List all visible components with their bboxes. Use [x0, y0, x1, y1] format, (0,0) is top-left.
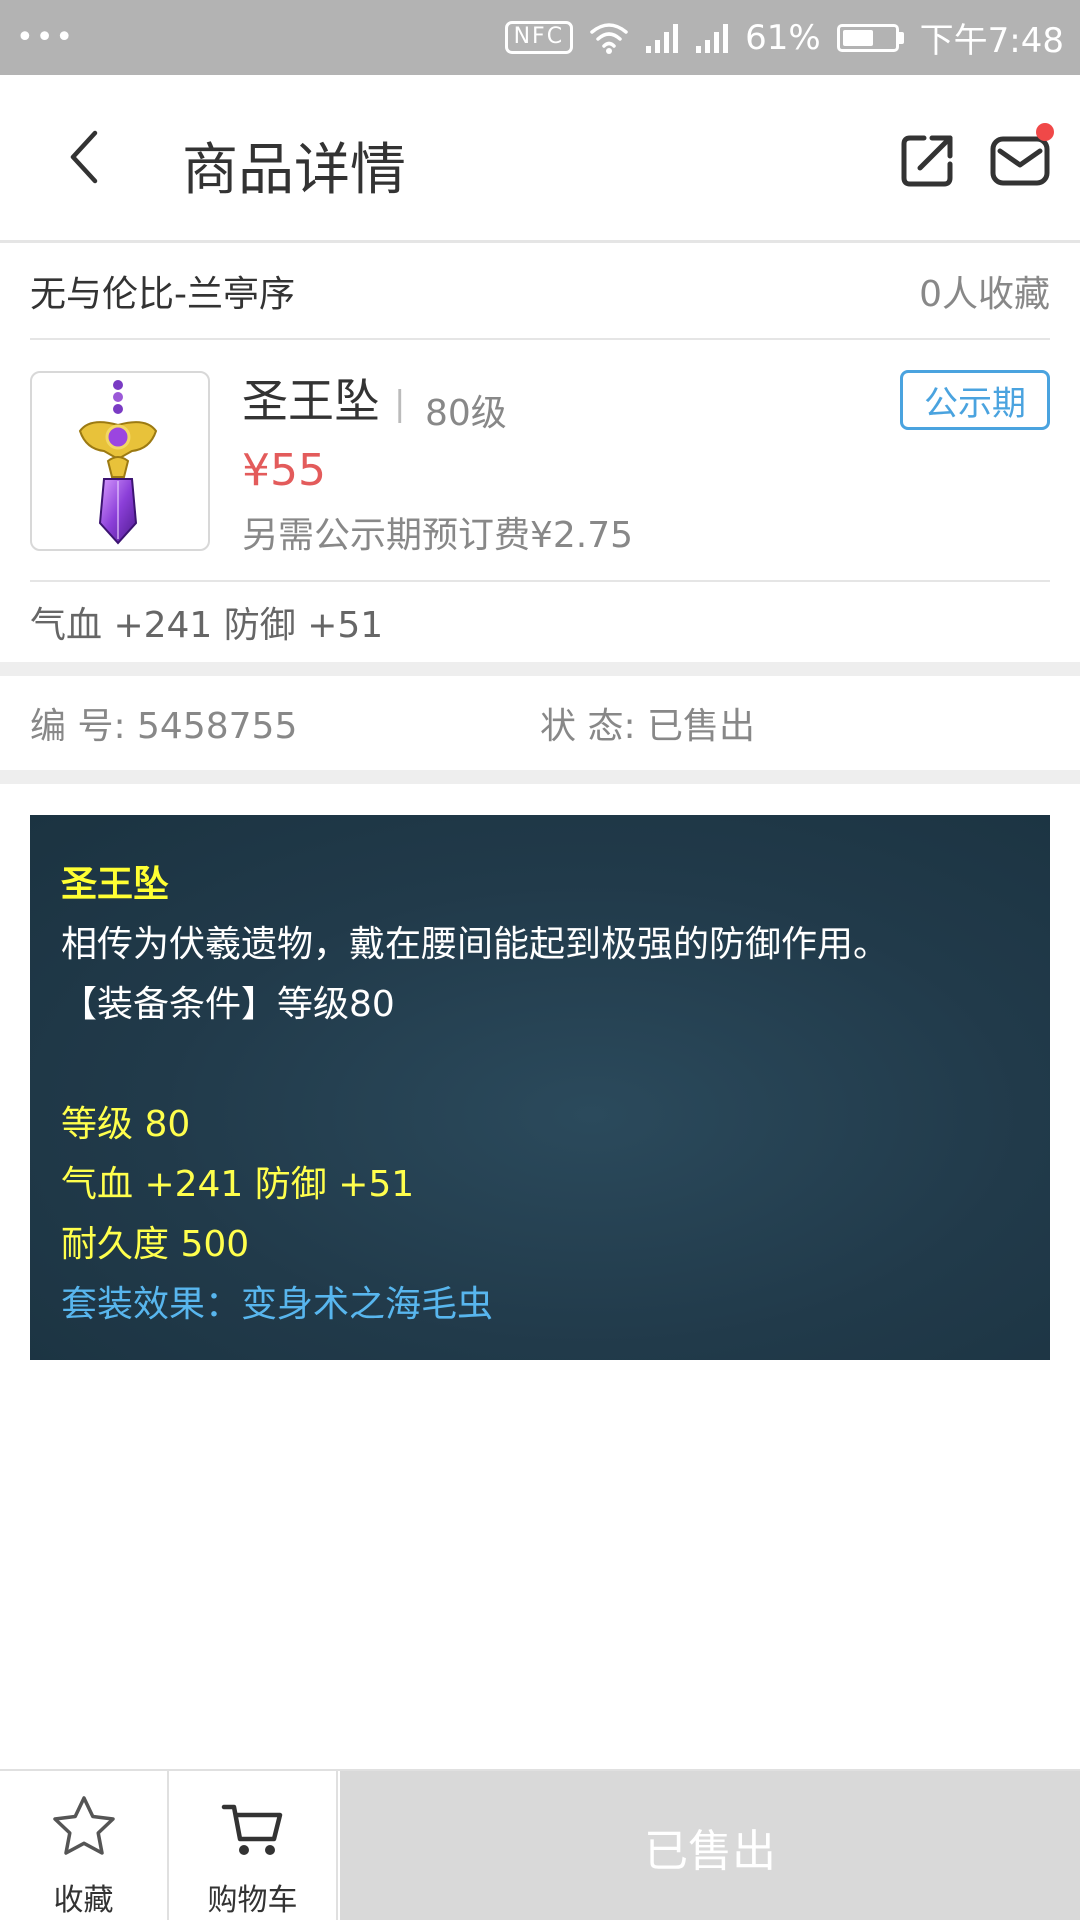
- page-title: 商品详情: [182, 138, 406, 203]
- sold-out-button[interactable]: 已售出: [340, 1771, 1080, 1920]
- battery-percent: 61%: [745, 17, 821, 58]
- cart-label: 购物车: [207, 1883, 298, 1918]
- share-icon: [901, 135, 953, 187]
- status-indicators: NFC 61% 下午7:48: [504, 13, 1064, 62]
- item-status: 状 态: 已售出: [540, 697, 1050, 749]
- name-level-separator: |: [394, 384, 406, 424]
- item-id-label: 编 号:: [30, 706, 126, 747]
- section-divider: [0, 662, 1080, 676]
- share-button[interactable]: [898, 130, 958, 190]
- detail-stats: 气血 +241 防御 +51: [61, 1164, 415, 1205]
- detail-durability: 耐久度 500: [61, 1224, 250, 1265]
- bottom-action-bar: 收藏 购物车 已售出: [0, 1769, 1080, 1920]
- app-header: 商品详情: [0, 75, 1080, 243]
- detail-requirement: 【装备条件】等级80: [61, 984, 395, 1025]
- detail-spacer: [61, 1035, 1050, 1095]
- favorite-button[interactable]: 收藏: [0, 1771, 169, 1920]
- favorite-count: 0人收藏: [919, 273, 1050, 315]
- seller-name[interactable]: 无与伦比-兰亭序: [30, 265, 295, 317]
- signal-icon-sim1: [646, 23, 679, 53]
- detail-description: 相传为伏羲遗物，戴在腰间能起到极强的防御作用。: [61, 924, 890, 965]
- back-icon: [70, 130, 98, 184]
- cart-button[interactable]: 购物车: [169, 1771, 338, 1920]
- publicity-badge: 公示期: [900, 370, 1050, 430]
- star-icon: [52, 1796, 115, 1855]
- reservation-fee: 另需公示期预订费¥2.75: [242, 515, 634, 556]
- section-divider: [0, 770, 1080, 784]
- back-button[interactable]: [55, 127, 115, 187]
- detail-level: 等级 80: [61, 1104, 191, 1145]
- pendant-image: [78, 380, 158, 545]
- clock: 下午7:48: [919, 21, 1064, 61]
- item-id: 编 号: 5458755: [30, 697, 540, 749]
- product-summary: 圣王坠 | 80级 ¥55 另需公示期预订费¥2.75 公示期: [30, 340, 1050, 582]
- status-bar: ••• NFC 61% 下午7:48: [0, 0, 1080, 75]
- product-level: 80级: [425, 393, 507, 434]
- messages-button[interactable]: [988, 123, 1054, 191]
- item-status-value: 已售出: [647, 706, 756, 747]
- favorite-label: 收藏: [53, 1883, 114, 1918]
- info-row: 编 号: 5458755 状 态: 已售出: [30, 676, 1050, 770]
- battery-icon: [836, 23, 904, 52]
- product-attributes: 气血 +241 防御 +51: [30, 605, 384, 646]
- nfc-icon: NFC: [504, 21, 574, 54]
- item-detail-panel: 圣王坠 相传为伏羲遗物，戴在腰间能起到极强的防御作用。 【装备条件】等级80 等…: [30, 815, 1050, 1360]
- seller-row: 无与伦比-兰亭序 0人收藏: [30, 243, 1050, 340]
- cart-icon: [221, 1804, 282, 1855]
- status-menu-dots: •••: [16, 19, 76, 55]
- item-status-label: 状 态:: [540, 706, 636, 747]
- product-thumbnail: [30, 371, 210, 551]
- product-price: ¥55: [242, 445, 326, 496]
- signal-icon-sim2: [696, 23, 729, 53]
- notification-dot: [1036, 123, 1054, 141]
- item-id-value: 5458755: [137, 706, 298, 747]
- detail-item-name: 圣王坠: [61, 864, 170, 905]
- wifi-icon: [590, 22, 628, 54]
- detail-set-effect: 套装效果：变身术之海毛虫: [61, 1284, 494, 1325]
- product-name: 圣王坠: [242, 374, 380, 428]
